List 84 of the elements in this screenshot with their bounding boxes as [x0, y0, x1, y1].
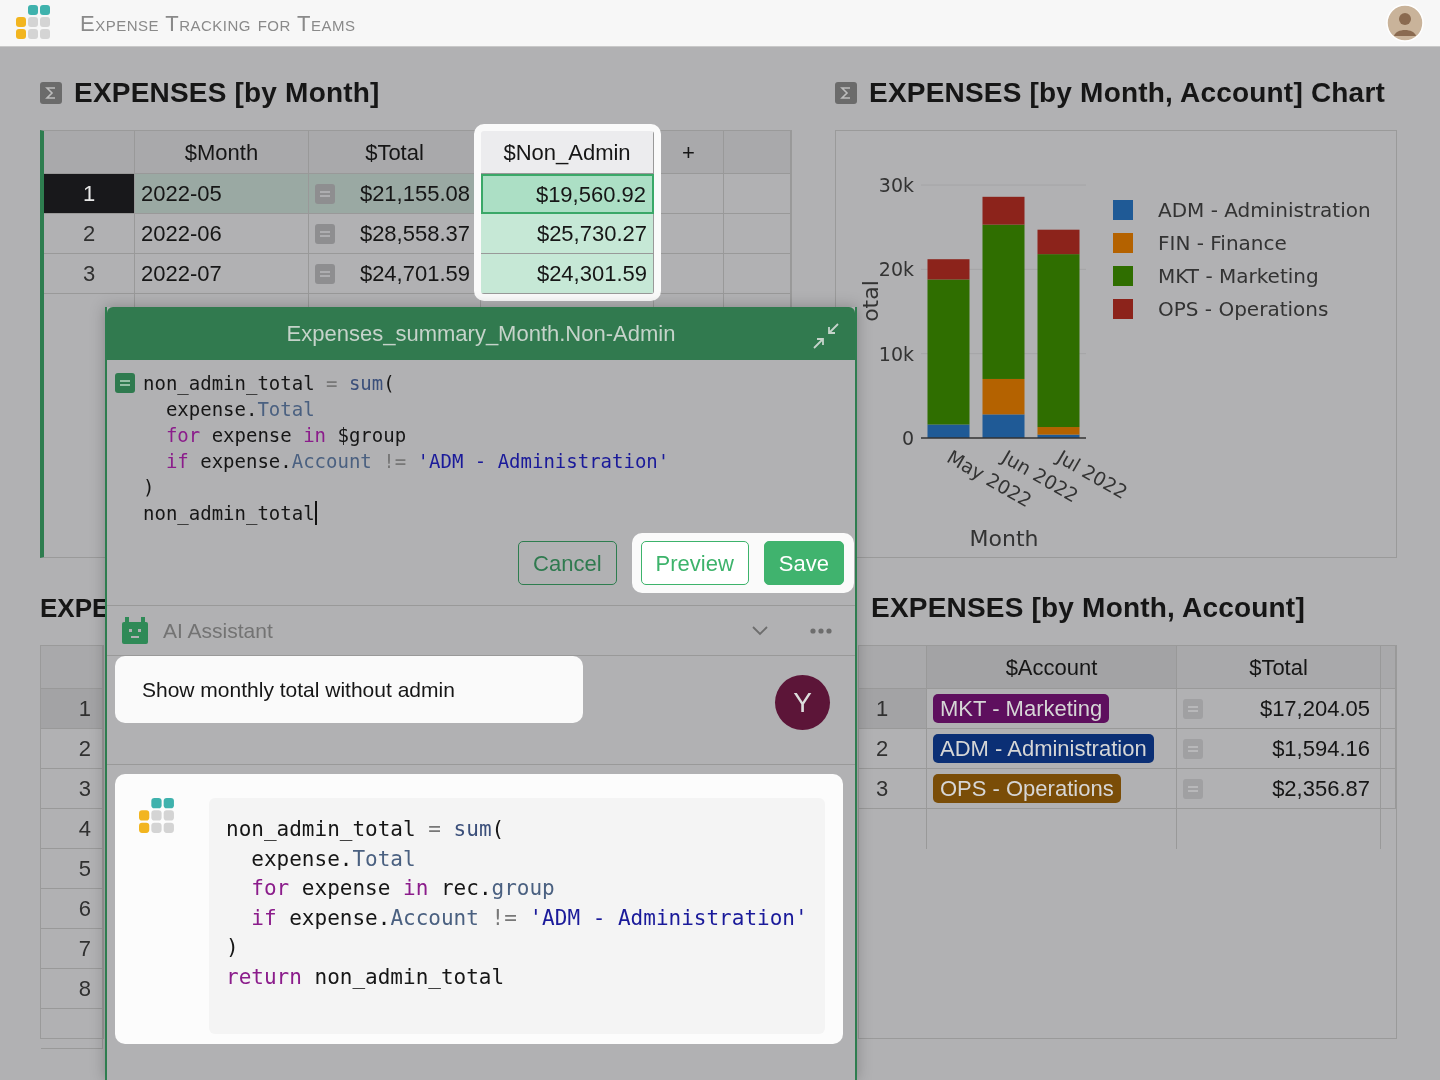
account-tag: MKT - Marketing — [933, 694, 1110, 723]
code-line: for expense in rec.group — [250, 875, 556, 902]
row-number[interactable]: 8 — [41, 969, 103, 1009]
code-line: ) — [226, 934, 240, 961]
formula-icon — [1183, 738, 1203, 759]
axis-title: Month — [969, 526, 1039, 551]
row-number[interactable]: 4 — [41, 809, 103, 849]
code-line: if expense.Account != 'ADM - Administration' — [250, 904, 808, 932]
axis-tick-label: 0 — [901, 427, 914, 449]
legend-label: FIN - Finance — [1158, 231, 1287, 255]
formula-icon — [315, 223, 335, 244]
legend-swatch — [1113, 233, 1133, 253]
table-cell-text: $24,701.59 — [359, 260, 470, 288]
account-tag: OPS - Operations — [933, 774, 1121, 803]
row-number[interactable]: 2 — [44, 214, 135, 254]
robot-icon — [121, 616, 149, 645]
table-cell: $24,301.59 — [481, 254, 654, 294]
chat-message: Show monthly total without admin — [115, 656, 583, 723]
table-cell: 2022-06 — [135, 214, 309, 254]
legend-label: ADM - Administration — [1158, 198, 1371, 222]
logo-icon — [16, 5, 52, 41]
user-avatar: Y — [775, 675, 830, 730]
collapse-icon[interactable] — [811, 321, 841, 351]
row-number[interactable]: 6 — [41, 889, 103, 929]
row-number[interactable]: 1 — [41, 689, 103, 729]
row-number[interactable]: 3 — [859, 769, 927, 809]
table-cell: $25,730.27 — [481, 214, 654, 254]
row-number[interactable]: 2 — [41, 729, 103, 769]
row-number[interactable]: 2 — [859, 729, 927, 769]
axis-tick-label: 20k — [878, 258, 914, 281]
account-tag: ADM - Administration — [933, 734, 1154, 763]
table-cell-text: $28,558.37 — [359, 220, 470, 248]
sigma-icon — [835, 82, 857, 104]
formula-icon — [1183, 698, 1203, 719]
column-header[interactable]: $Total — [1177, 646, 1381, 689]
row-number[interactable]: 5 — [41, 849, 103, 889]
row-number[interactable]: 3 — [41, 769, 103, 809]
sigma-icon — [40, 82, 62, 104]
code-line: if expense.Account != 'ADM - Administration' — [164, 449, 670, 474]
code-line: expense.Total — [164, 397, 316, 422]
code-line: for expense in $group — [164, 423, 408, 448]
axis-tick-label: 10k — [878, 342, 914, 365]
code-line: non_admin_total — [143, 501, 315, 526]
table-cell: $19,560.92 — [481, 174, 654, 214]
panel-title: Expenses_summary_Month.Non-Admin — [286, 320, 676, 348]
section-title: EXPENSES [by Month, Account] — [871, 591, 1305, 625]
row-number[interactable]: 3 — [44, 254, 135, 294]
axis-tick-label: 30k — [878, 174, 914, 196]
more-icon[interactable] — [809, 626, 833, 635]
table-cell-text: $1,594.16 — [1272, 735, 1370, 763]
column-header[interactable]: $Non_Admin — [481, 131, 654, 174]
legend-label: MKT - Marketing — [1158, 264, 1319, 288]
formula-icon — [115, 373, 135, 393]
code-line: ) — [143, 475, 156, 500]
axis-title: otal — [858, 280, 883, 322]
table-cell-text: $21,155.08 — [359, 180, 470, 208]
row-number[interactable]: 1 — [44, 174, 135, 214]
avatar-icon[interactable] — [1386, 4, 1424, 42]
legend-swatch — [1113, 200, 1133, 220]
section-title: EXPENSES [by Month, Account] Chart — [869, 76, 1385, 110]
code-line: non_admin_total = sum( — [226, 816, 506, 843]
table-cell-text: $17,204.05 — [1259, 695, 1370, 723]
table-cell: 2022-07 — [135, 254, 309, 294]
legend-swatch — [1113, 266, 1133, 286]
formula-icon — [1183, 778, 1203, 799]
code-line: expense.Total — [250, 845, 417, 873]
section-title: EXPE — [40, 591, 110, 625]
legend-swatch — [1113, 299, 1133, 319]
table-cell: 2022-05 — [135, 174, 309, 214]
legend-label: OPS - Operations — [1158, 297, 1329, 321]
column-header[interactable]: $Account — [927, 646, 1177, 689]
chevron-down-icon[interactable] — [751, 624, 769, 637]
formula-icon — [315, 263, 335, 284]
code-line: return non_admin_total — [226, 963, 506, 991]
section-title: EXPENSES [by Month] — [74, 76, 380, 110]
app-title: Expense Tracking for Teams — [80, 9, 356, 38]
logo-icon — [139, 798, 176, 835]
panel-title: AI Assistant — [163, 617, 273, 644]
row-number[interactable]: 7 — [41, 929, 103, 969]
code-line: non_admin_total = sum( — [143, 371, 396, 396]
table-cell-text: $2,356.87 — [1272, 775, 1370, 803]
column-header[interactable]: $Month — [135, 131, 309, 174]
row-number[interactable]: 1 — [859, 689, 927, 729]
formula-icon — [315, 183, 335, 204]
